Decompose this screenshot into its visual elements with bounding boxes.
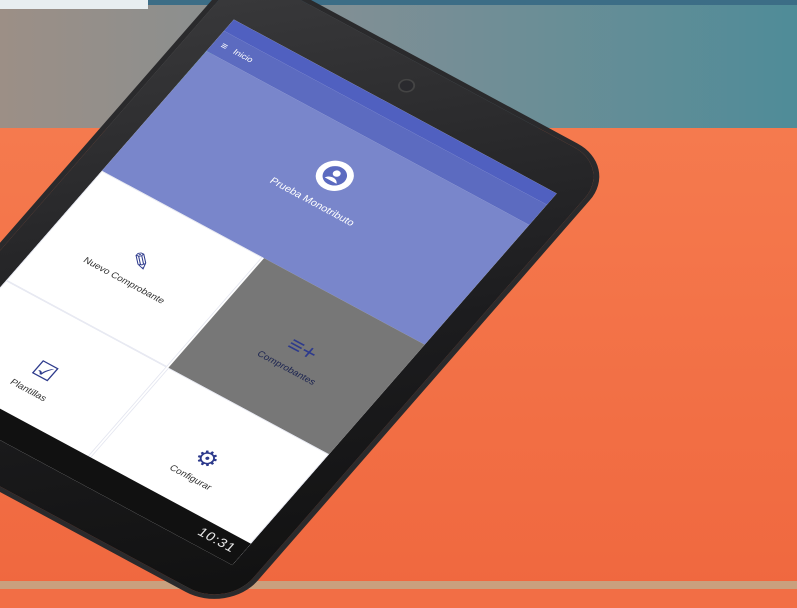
tile-nuevo-comprobante-label: Nuevo Comprobante: [80, 255, 167, 306]
phone-screen: ≡ Inicio Prueba Monotributo ≡+ Comproban…: [0, 19, 557, 566]
playlist-add-icon: ≡+: [281, 332, 325, 366]
pencil-icon: ✎: [122, 246, 159, 277]
clipboard-check-icon: ☑: [26, 356, 64, 387]
account-circle-icon[interactable]: [308, 154, 362, 197]
camera-icon: [394, 76, 419, 96]
phone-device: ≡ Inicio Prueba Monotributo ≡+ Comproban…: [0, 0, 612, 608]
phone-wrap: ≡ Inicio Prueba Monotributo ≡+ Comproban…: [0, 0, 797, 608]
gear-icon: ⚙: [188, 443, 226, 474]
app-title: Inicio: [230, 47, 256, 65]
